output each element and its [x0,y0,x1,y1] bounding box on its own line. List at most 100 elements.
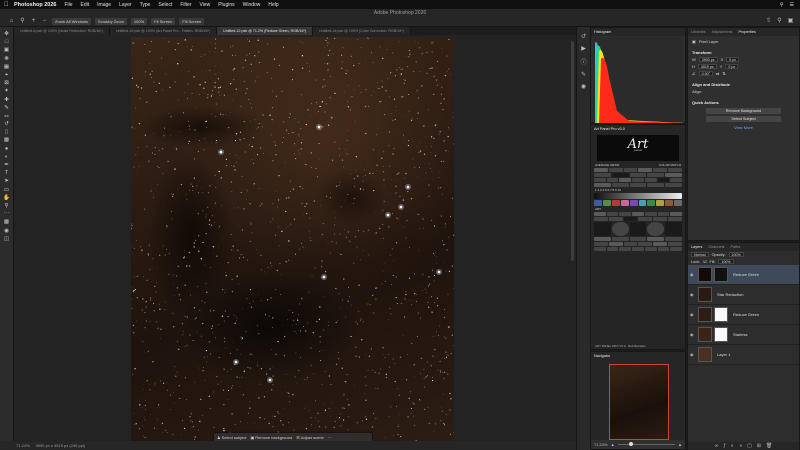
art-button[interactable] [594,237,611,241]
app-menu[interactable]: Photoshop 2026 [14,2,56,8]
zoom-in-icon[interactable]: + [30,18,37,25]
art-button[interactable] [638,242,653,246]
tab-navigator[interactable]: Navigator [591,352,613,360]
visibility-eye-icon[interactable]: ◉ [690,332,696,337]
art-button[interactable] [644,178,657,182]
history-panel-icon[interactable]: ↺ [581,33,586,40]
tab-histogram[interactable]: Histogram [591,28,614,36]
art-button[interactable] [632,212,644,216]
art-button[interactable] [619,178,632,182]
zoom-level[interactable]: 71.24% [16,443,30,448]
swatch[interactable] [665,200,674,206]
art-button[interactable] [647,173,665,177]
angle-field[interactable]: 0.00° [698,71,714,76]
art-dial[interactable] [647,222,665,236]
art-button[interactable] [594,183,611,187]
fx-icon[interactable]: ƒ [723,443,726,449]
new-layer-icon[interactable]: ⊞ [757,443,761,449]
fit-screen-button[interactable]: Fit Screen [151,18,176,25]
art-button[interactable] [632,247,644,251]
delete-layer-icon[interactable]: 🗑 [766,443,772,449]
layer-mask-thumbnail[interactable] [714,327,728,342]
lock-icon[interactable]: ☑ [703,259,706,264]
home-icon[interactable]: ⌂ [8,18,15,25]
swatch[interactable] [611,200,620,206]
tab-untitled-12[interactable]: Untitled-12.psb @ 71.2% (Reduce Green, R… [217,27,314,35]
art-button[interactable] [629,183,647,187]
art-button[interactable] [623,242,638,246]
group-icon[interactable]: ▢ [747,443,752,449]
tab-untitled-14[interactable]: Untitled-14.psb @ 100% (Color Correction… [313,27,411,35]
art-button[interactable] [623,168,638,172]
y-field[interactable]: 0 px [725,64,739,69]
art-button[interactable] [670,212,683,216]
layer-mask-thumbnail[interactable] [714,307,728,322]
x-field[interactable]: 0 px [726,57,740,62]
layer-row-star-reduction[interactable]: ◉ Star Reduction [688,285,799,305]
transform-section-title[interactable]: Transform [692,49,795,56]
screen-mode-icon[interactable]: ◫ [2,236,12,243]
art-button[interactable] [611,173,629,177]
art-button[interactable] [619,212,632,216]
art-button[interactable] [668,242,682,246]
zoom-in-icon[interactable]: ▲ [678,442,682,447]
art-button[interactable] [670,247,683,251]
crop-tool-icon[interactable]: ⌖ [2,72,12,79]
swatch[interactable] [594,200,602,206]
eyedropper-tool-icon[interactable]: ✦ [2,88,12,95]
apple-icon[interactable]:  [4,2,10,8]
menu-view[interactable]: View [199,2,210,8]
document-image[interactable] [131,37,454,441]
blend-mode-select[interactable]: Normal [691,252,709,257]
navigator-zoom[interactable]: 71.24% [594,442,608,447]
quick-actions-title[interactable]: Quick Actions [692,99,795,106]
dodge-tool-icon[interactable]: ◐ [2,154,12,161]
menu-layer[interactable]: Layer [119,2,132,8]
search-icon[interactable]: ⚲ [780,2,784,8]
art-button[interactable] [606,247,619,251]
art-button[interactable] [644,247,657,251]
art-button[interactable] [647,237,665,241]
control-center-icon[interactable]: ☰ [790,2,794,8]
art-button[interactable] [629,237,647,241]
artboard-tool-icon[interactable]: □ [2,39,12,46]
visibility-eye-icon[interactable]: ◉ [690,352,696,357]
share-icon[interactable]: ⇧ [765,18,772,25]
art-button[interactable] [608,168,623,172]
quick-mask-icon[interactable]: ◉ [2,228,12,235]
menu-plugins[interactable]: Plugins [218,2,234,8]
art-button[interactable] [623,217,638,221]
swatch[interactable] [647,200,656,206]
art-button[interactable] [668,217,682,221]
path-select-tool-icon[interactable]: ➤ [2,178,12,185]
eraser-tool-icon[interactable]: ▯ [2,129,12,136]
clone-stamp-tool-icon[interactable]: ⚏ [2,113,12,120]
remove-background-button[interactable]: Remove Background [706,108,781,114]
spot-healing-tool-icon[interactable]: ✚ [2,97,12,104]
art-button[interactable] [611,183,629,187]
zoom-out-icon[interactable]: − [41,18,48,25]
layer-row-reduce-green[interactable]: ◉ Reduce Green [688,265,799,285]
flip-horizontal-icon[interactable]: ⇄ [716,71,719,76]
info-panel-icon[interactable]: ⓘ [580,57,586,66]
type-tool-icon[interactable]: T [2,170,12,177]
menu-edit[interactable]: Edit [81,2,90,8]
art-gradient-slider[interactable] [594,193,682,199]
tab-adjustments[interactable]: Adjustments [709,28,736,36]
lasso-tool-icon[interactable]: ❋ [2,56,12,63]
tab-paths[interactable]: Paths [727,243,743,251]
history-brush-tool-icon[interactable]: ↺ [2,121,12,128]
menu-help[interactable]: Help [268,2,278,8]
frame-tool-icon[interactable]: ⊠ [2,80,12,87]
tab-channels[interactable]: Channels [705,243,727,251]
zoom-100-button[interactable]: 100% [130,18,148,25]
art-button[interactable] [629,222,647,236]
more-tools-icon[interactable]: ⋯ [2,211,12,218]
rectangle-tool-icon[interactable]: ▭ [2,187,12,194]
art-button[interactable] [668,168,682,172]
zoom-tool-icon[interactable]: ⚲ [2,203,12,210]
menu-filter[interactable]: Filter [180,2,191,8]
swatch[interactable] [674,200,683,206]
vertical-scrollbar[interactable] [571,41,574,261]
layout-icon[interactable]: ▣ [787,18,794,25]
